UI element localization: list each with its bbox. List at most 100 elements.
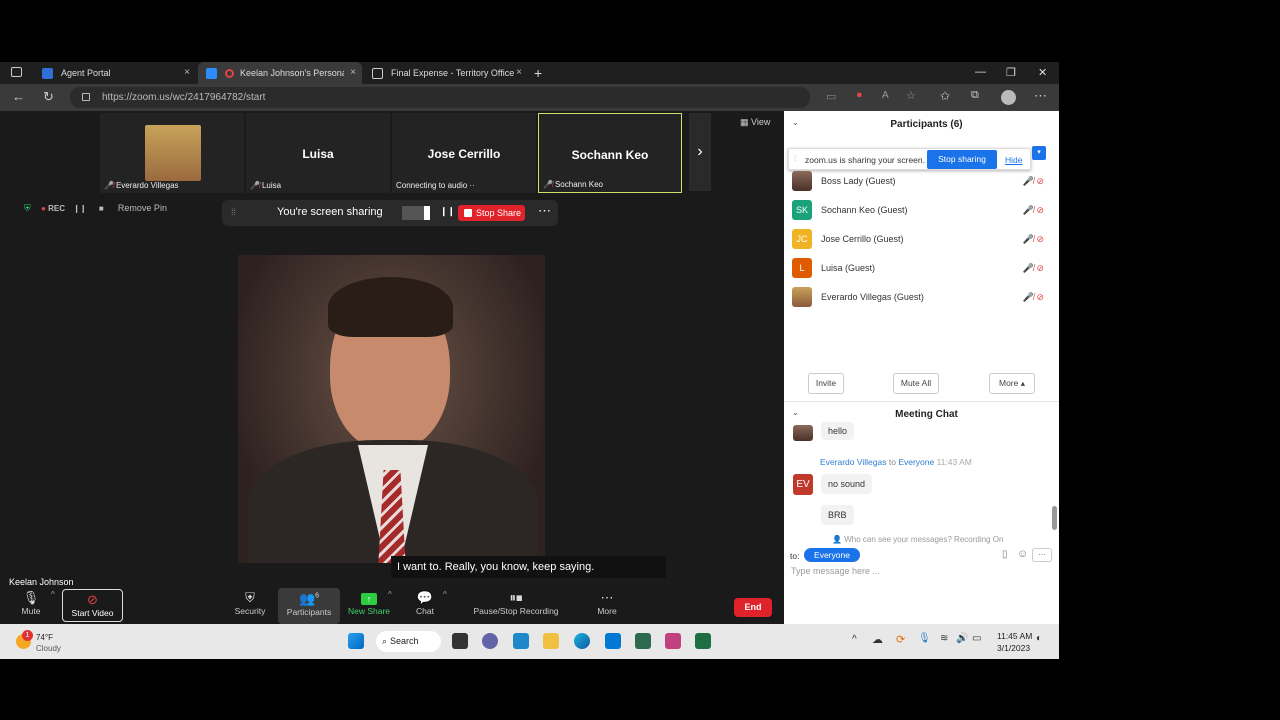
new-share-button[interactable]: ↑ New Share [346,590,392,616]
favorites-icon[interactable]: ✩ [940,89,950,103]
invite-button[interactable]: Invite [808,373,844,394]
participant-row[interactable]: SK Sochann Keo (Guest) 🎤̸ ⊘ [792,199,1052,221]
store-icon[interactable] [605,633,621,649]
start-video-button[interactable]: ⊘ Start Video [62,589,123,622]
boss-lady-chat-avatar [793,425,813,441]
hide-link[interactable]: Hide [1005,155,1022,165]
mute-all-button[interactable]: Mute All [893,373,939,394]
end-meeting-button[interactable]: End [734,598,772,617]
excel-icon[interactable] [695,633,711,649]
chat-options-icon[interactable]: ^ [443,590,447,599]
teams-icon[interactable] [482,633,498,649]
app-green-icon[interactable] [635,633,651,649]
stop-square-icon [464,209,472,217]
loading-dots-icon: ·· [469,181,475,190]
participant-row[interactable]: JC Jose Cerrillo (Guest) 🎤̸ ⊘ [792,228,1052,250]
favorite-add-icon[interactable]: ☆ [906,89,916,102]
chat-message: hello [821,422,855,440]
share-thumbnail [402,206,430,220]
tab-close-icon[interactable]: × [350,67,356,78]
edge-icon[interactable] [574,633,590,649]
more-dots-icon: ⋯ [600,590,614,605]
host-dropdown[interactable]: ▾ [1032,146,1046,160]
recipient-select[interactable]: Everyone [804,548,860,562]
muted-video-off-icon: 🎤̸ ⊘ [1022,233,1044,244]
battery-icon[interactable]: ▭ [972,633,981,644]
collections-icon[interactable]: ⧉ [971,89,979,102]
participant-tile-luisa[interactable]: Luisa 🎤̸ Luisa [246,113,390,193]
participant-row[interactable]: L Luisa (Guest) 🎤̸ ⊘ [792,257,1052,279]
mic-recording-icon[interactable]: ● [856,89,863,101]
sync-icon[interactable]: ⟳ [896,633,905,646]
stop-icon[interactable]: ■ [99,204,104,213]
ev-avatar: EV [793,474,813,495]
pause-stop-recording-button[interactable]: ⏸⏹ Pause/Stop Recording [470,590,562,616]
mic-muted-icon: 🎤̸ [250,181,260,190]
stop-share-button[interactable]: Stop Share [458,205,525,221]
participants-more-button[interactable]: More ▴ [989,373,1035,394]
browser-menu-icon[interactable]: ⋯ [1034,88,1047,104]
chat-button[interactable]: 💬 Chat [412,590,438,616]
notifications-icon[interactable]: ◐ [1036,633,1042,644]
share-options-icon[interactable]: ^ [388,590,392,599]
snip-icon[interactable] [665,633,681,649]
tab-close-icon[interactable]: × [184,67,190,78]
tab-close-icon[interactable]: × [516,67,522,78]
self-name-label: Keelan Johnson [9,577,74,587]
mic-tray-icon[interactable]: 🎙 [918,633,931,644]
emoji-icon[interactable]: ☺ [1017,548,1028,560]
show-hidden-icons[interactable]: ^ [852,634,857,645]
wifi-icon[interactable]: ≋ [940,633,948,644]
close-window-icon[interactable]: ✕ [1038,66,1047,79]
stop-sharing-button[interactable]: Stop sharing [927,150,997,169]
chat-input[interactable]: Type message here ... [791,566,880,576]
pause-icon[interactable]: ❙❙ [73,204,86,213]
view-button[interactable]: ▦ View [740,117,770,128]
task-view-icon[interactable] [452,633,468,649]
next-page-button[interactable]: › [689,113,711,191]
chat-scrollbar[interactable] [1052,506,1057,530]
tab-agent-portal[interactable]: Agent Portal × [34,62,196,84]
participant-row[interactable]: Boss Lady (Guest) 🎤̸ ⊘ [792,170,1052,192]
maximize-icon[interactable]: ❐ [1006,66,1016,79]
mute-button[interactable]: 🎙 Mute [18,590,44,616]
share-more-icon[interactable]: ⋯ [538,203,551,219]
participant-tile-jose[interactable]: Jose Cerrillo Connecting to audio ·· [392,113,536,193]
drag-handle-icon[interactable]: ⁞⁞ [231,207,236,217]
participant-row[interactable]: Everardo Villegas (Guest) 🎤̸ ⊘ [792,286,1052,308]
onedrive-icon[interactable]: ☁ [872,633,883,646]
minimize-icon[interactable]: — [975,66,986,78]
security-button[interactable]: ⛨ Security [230,590,270,616]
remove-pin-button[interactable]: Remove Pin [118,203,167,213]
share-arrow-icon: ↑ [346,590,392,606]
url-field[interactable]: https://zoom.us/wc/2417964782/start [70,87,810,108]
start-icon[interactable] [348,633,364,649]
participants-button[interactable]: 👥6 Participants [278,588,340,624]
refresh-icon[interactable]: ↻ [43,89,54,105]
camera-blocked-icon[interactable]: ▭ [826,90,836,103]
more-button[interactable]: ⋯ More [594,590,620,616]
tab-zoom-meeting[interactable]: Keelan Johnson's Personal M × [198,62,362,84]
read-aloud-icon[interactable]: A [882,90,889,101]
app-l-icon[interactable] [513,633,529,649]
tab-final-expense[interactable]: Final Expense - Territory Office × [364,62,528,84]
pause-share-icon[interactable]: ❙❙ [440,206,455,217]
chat-more-icon[interactable]: ⋯ [1032,548,1052,562]
profile-avatar[interactable] [1001,90,1016,105]
tab-actions-icon[interactable] [11,67,22,77]
volume-icon[interactable]: 🔊 [956,633,968,644]
live-caption: I want to. Really, you know, keep saying… [391,556,666,578]
participant-tile-everardo[interactable]: 🎤̸ Everardo Villegas [100,113,244,193]
file-explorer-icon[interactable] [543,633,559,649]
address-bar: ← ↻ https://zoom.us/wc/2417964782/start … [0,84,1059,111]
back-icon[interactable]: ← [12,89,25,104]
recording-indicator: ⛨ ● REC ❙❙ ■ Remove Pin [24,203,167,213]
file-icon[interactable]: ▯ [1002,549,1008,560]
who-can-see-note[interactable]: 👤 Who can see your messages? Recording O… [832,535,1003,544]
audio-options-icon[interactable]: ^ [51,590,55,599]
participant-tile-sochann[interactable]: Sochann Keo 🎤̸ Sochann Keo [538,113,682,193]
chat-bubble-icon: 💬 [416,590,434,605]
new-tab-button[interactable]: + [534,65,542,81]
notification-badge: 1 [22,630,33,641]
taskbar-search[interactable]: ⌕ Search [376,631,441,652]
